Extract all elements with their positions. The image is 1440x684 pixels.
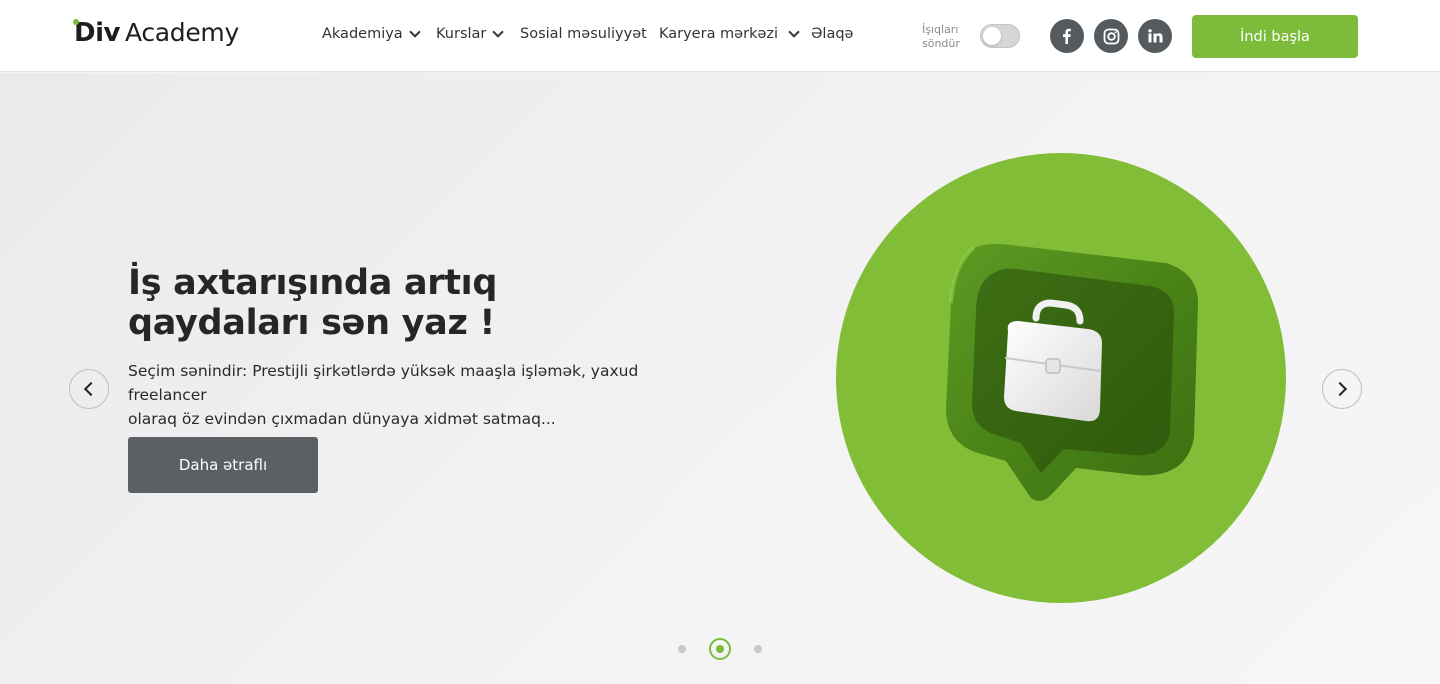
- slider-dot[interactable]: [754, 645, 762, 653]
- hero-illustration-circle: [836, 153, 1286, 603]
- briefcase-chat-bubble-icon: [946, 244, 1198, 501]
- nav-label: Karyera mərkəzi: [659, 26, 779, 42]
- learn-more-button[interactable]: Daha ətraflı: [128, 437, 318, 493]
- slider-prev-button[interactable]: [69, 369, 109, 409]
- hero-slider: İş axtarışında artıq qaydaları sən yaz !…: [0, 73, 1440, 684]
- hero-description-line2: olaraq öz evindən çıxmadan dünyaya xidmə…: [128, 410, 556, 428]
- nav-item-kurslar[interactable]: Kurslar: [436, 25, 505, 42]
- chevron-right-icon: [1332, 381, 1348, 397]
- instagram-icon: [1103, 28, 1119, 44]
- chevron-down-icon: [492, 25, 505, 38]
- facebook-button[interactable]: [1050, 19, 1084, 53]
- site-header: Div Academy Akademiya Kurslar Sosial məs…: [0, 0, 1440, 72]
- slider-dot-active[interactable]: [709, 638, 731, 660]
- nav-label: Kurslar: [436, 26, 487, 42]
- hero-title-line1: İş axtarışında artıq: [128, 263, 498, 303]
- toggle-knob: [983, 27, 1001, 45]
- nav-label: Əlaqə: [811, 26, 854, 42]
- chevron-down-icon: [788, 25, 800, 38]
- nav-label: Sosial məsuliyyət: [520, 26, 647, 42]
- start-now-button[interactable]: İndi başla: [1192, 15, 1358, 58]
- logo-academy-text: Academy: [124, 18, 239, 47]
- nav-label: Akademiya: [322, 26, 403, 42]
- nav-item-akademiya[interactable]: Akademiya: [322, 25, 421, 42]
- hero-title: İş axtarışında artıq qaydaları sən yaz !: [128, 263, 648, 343]
- lights-off-label: İşıqları söndür: [922, 23, 960, 51]
- hero-description-line1: Seçim sənindir: Prestijli şirkətlərdə yü…: [128, 362, 639, 404]
- dark-mode-toggle[interactable]: [980, 24, 1020, 48]
- logo[interactable]: Div Academy: [73, 18, 239, 54]
- hero-title-line2: qaydaları sən yaz !: [128, 303, 496, 343]
- lights-label-line1: İşıqları: [922, 23, 959, 36]
- hero-description: Seçim sənindir: Prestijli şirkətlərdə yü…: [128, 359, 708, 431]
- linkedin-icon: [1148, 29, 1163, 43]
- chevron-down-icon: [409, 25, 421, 38]
- chevron-left-icon: [83, 381, 99, 397]
- lights-label-line2: söndür: [922, 37, 960, 50]
- logo-div-text: Div: [73, 18, 120, 48]
- nav-item-sosial[interactable]: Sosial məsuliyyət: [520, 26, 647, 42]
- nav-item-karyera[interactable]: Karyera mərkəzi: [659, 25, 800, 42]
- slider-next-button[interactable]: [1322, 369, 1362, 409]
- logo-dot: [73, 19, 79, 25]
- facebook-icon: [1063, 28, 1071, 44]
- slider-dots: [0, 638, 1440, 660]
- linkedin-button[interactable]: [1138, 19, 1172, 53]
- instagram-button[interactable]: [1094, 19, 1128, 53]
- slider-dot[interactable]: [678, 645, 686, 653]
- nav-item-elaqe[interactable]: Əlaqə: [811, 26, 853, 42]
